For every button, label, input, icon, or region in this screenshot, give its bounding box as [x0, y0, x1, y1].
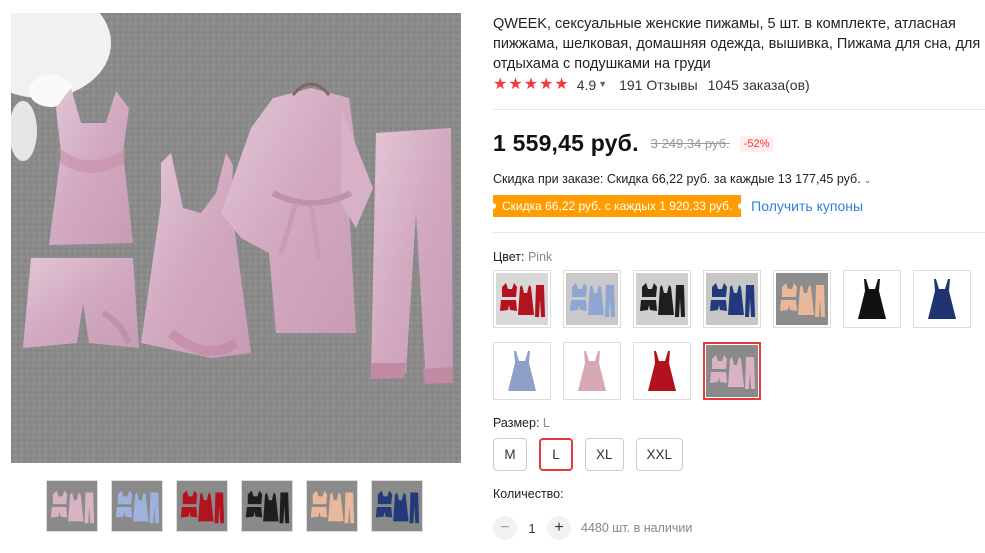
- star-icon: ★: [508, 76, 523, 93]
- quantity-label: Количество:: [493, 487, 564, 501]
- gallery-thumbnail-navy[interactable]: [371, 480, 423, 532]
- coupon-row: Скидка 66,22 руб. с каждых 1 920,33 руб.…: [489, 195, 863, 217]
- decrease-quantity-button[interactable]: −: [493, 516, 517, 540]
- color-swatch-navy-gown[interactable]: [913, 270, 971, 328]
- star-icon: ★: [493, 76, 508, 93]
- discount-badge: -52%: [739, 135, 774, 152]
- get-coupons-link[interactable]: Получить купоны: [751, 198, 863, 214]
- order-discount-text: Скидка при заказе: Скидка 66,22 руб. за …: [493, 172, 861, 186]
- gallery-thumbnail-blue[interactable]: [111, 480, 163, 532]
- size-option-xl[interactable]: XL: [585, 438, 624, 471]
- orders-count: 1045 заказа(ов): [707, 77, 810, 93]
- reviews-link[interactable]: 191 Отзывы: [619, 77, 698, 93]
- color-label-text: Цвет:: [493, 250, 525, 264]
- increase-quantity-button[interactable]: +: [547, 516, 571, 540]
- order-discount-info[interactable]: Скидка при заказе: Скидка 66,22 руб. за …: [493, 172, 871, 186]
- color-swatch-champagne-set[interactable]: [773, 270, 831, 328]
- gallery-thumbnail-champagne[interactable]: [306, 480, 358, 532]
- divider: [493, 232, 985, 233]
- coupon-badge: Скидка 66,22 руб. с каждых 1 920,33 руб.: [489, 195, 745, 217]
- color-swatch-pink-set[interactable]: [703, 342, 761, 400]
- rating-stars: ★ ★ ★ ★ ★: [493, 76, 569, 94]
- pajama-set-illustration: [11, 13, 461, 463]
- main-product-image[interactable]: [11, 13, 461, 463]
- old-price: 3 249,34 руб.: [650, 136, 730, 151]
- gallery-thumbnail-red[interactable]: [176, 480, 228, 532]
- rating-row: ★ ★ ★ ★ ★ 4.9 ▼ 191 Отзывы 1045 заказа(ов): [493, 76, 810, 94]
- stock-count: 4480 шт. в наличии: [581, 521, 693, 535]
- color-swatch-blue-set[interactable]: [563, 270, 621, 328]
- size-options: M L XL XXL: [493, 438, 684, 471]
- size-label: Размер: L: [493, 416, 550, 430]
- color-swatches: [493, 270, 985, 400]
- gallery-thumbnail-black[interactable]: [241, 480, 293, 532]
- color-swatch-navy-set[interactable]: [703, 270, 761, 328]
- rating-value: 4.9: [576, 77, 597, 93]
- star-icon: ★: [539, 76, 554, 93]
- chevron-down-icon[interactable]: ▼: [598, 79, 607, 89]
- current-price: 1 559,45 руб.: [493, 130, 639, 156]
- quantity-stepper: − + 4480 шт. в наличии: [493, 516, 692, 540]
- size-option-m[interactable]: M: [493, 438, 527, 471]
- star-icon: ★: [554, 76, 569, 93]
- color-swatch-red-gown[interactable]: [633, 342, 691, 400]
- color-swatch-black-gown[interactable]: [843, 270, 901, 328]
- size-option-l[interactable]: L: [539, 438, 573, 471]
- star-icon: ★: [523, 76, 539, 93]
- chevron-down-icon: ⌄: [863, 175, 872, 185]
- color-label: Цвет: Pink: [493, 250, 552, 264]
- color-selected-value: Pink: [527, 250, 553, 264]
- color-swatch-blue-gown[interactable]: [493, 342, 551, 400]
- color-swatch-black-set[interactable]: [633, 270, 691, 328]
- price-row: 1 559,45 руб. 3 249,34 руб. -52%: [493, 130, 774, 157]
- quantity-input[interactable]: [517, 520, 547, 536]
- size-label-text: Размер:: [493, 416, 540, 430]
- size-selected-value: L: [542, 416, 550, 430]
- divider: [493, 109, 985, 110]
- gallery-thumbnail-pink[interactable]: [46, 480, 98, 532]
- color-swatch-pink-gown[interactable]: [563, 342, 621, 400]
- size-option-xxl[interactable]: XXL: [635, 438, 684, 471]
- product-title: QWEEK, сексуальные женские пижамы, 5 шт.…: [493, 16, 981, 72]
- gallery-thumbnails: [46, 480, 423, 532]
- color-swatch-red-set[interactable]: [493, 270, 551, 328]
